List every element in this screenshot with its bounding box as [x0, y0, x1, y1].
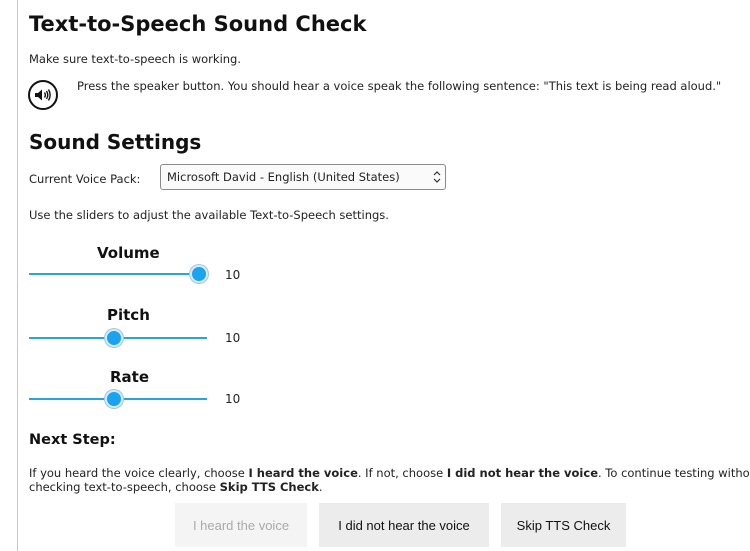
voice-pack-selected: Microsoft David - English (United States…	[167, 170, 400, 184]
speaker-button[interactable]	[28, 80, 58, 110]
pitch-value: 10	[225, 331, 241, 345]
intro-text: Make sure text-to-speech is working.	[29, 52, 242, 66]
volume-slider-track[interactable]	[29, 273, 199, 275]
select-arrows-icon	[433, 171, 441, 183]
rate-label: Rate	[110, 368, 150, 386]
volume-value: 10	[225, 268, 241, 282]
speaker-instruction: Press the speaker button. You should hea…	[77, 79, 722, 93]
pitch-slider-thumb[interactable]	[105, 329, 123, 347]
sound-settings-heading: Sound Settings	[29, 130, 202, 154]
volume-label: Volume	[97, 244, 160, 262]
speaker-icon	[35, 89, 51, 101]
page-title: Text-to-Speech Sound Check	[29, 12, 367, 36]
skip-tts-button[interactable]: Skip TTS Check	[501, 503, 626, 547]
rate-value: 10	[225, 392, 241, 406]
voice-pack-select[interactable]: Microsoft David - English (United States…	[160, 164, 446, 190]
not-heard-voice-button[interactable]: I did not hear the voice	[319, 503, 489, 547]
pitch-label: Pitch	[107, 306, 150, 324]
volume-slider-thumb[interactable]	[190, 265, 208, 283]
rate-slider-thumb[interactable]	[105, 390, 123, 408]
next-step-heading: Next Step:	[29, 432, 116, 448]
voice-pack-label: Current Voice Pack:	[29, 172, 141, 186]
sliders-hint: Use the sliders to adjust the available …	[29, 208, 389, 222]
heard-voice-button[interactable]: I heard the voice	[175, 503, 307, 547]
next-step-instructions: If you heard the voice clearly, choose I…	[29, 466, 750, 494]
